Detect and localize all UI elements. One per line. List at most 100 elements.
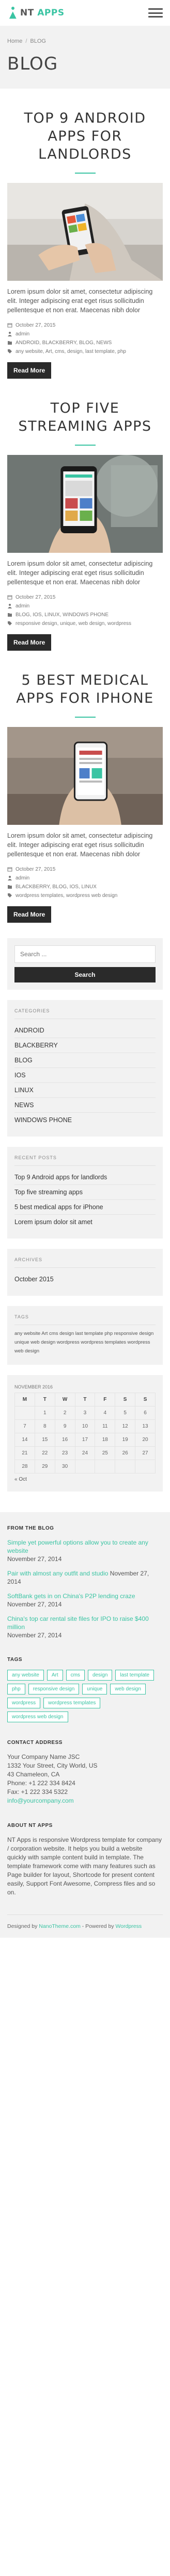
list-item: WINDOWS PHONE (14, 1113, 156, 1127)
post-author[interactable]: admin (16, 874, 29, 883)
footer-blog-link[interactable]: SoftBank gets in on China's P2P lending … (7, 1592, 135, 1600)
tag-pill[interactable]: wordpress web design (7, 1711, 68, 1722)
calendar-day: 6 (135, 1406, 156, 1420)
calendar-day: 24 (74, 1446, 96, 1460)
post-meta: October 27, 2015 admin BLACKBERRY, BLOG,… (7, 865, 163, 900)
tag-pill[interactable]: Art (47, 1670, 63, 1681)
footer-blog-item: Pair with almost any outfit and studio N… (7, 1569, 163, 1586)
post-categories[interactable]: ANDROID, BLACKBERRY, BLOG, NEWS (16, 338, 112, 347)
footer-section-title: TAGS (7, 1657, 23, 1663)
calendar-day: 10 (74, 1419, 96, 1433)
site-header: ▲ NT APPS (0, 0, 170, 26)
recent-post-link[interactable]: Lorem ipsum dolor sit amet (14, 1218, 92, 1226)
category-link[interactable]: LINUX (14, 1087, 34, 1094)
wordpress-link[interactable]: Wordpress (116, 1923, 142, 1929)
post-title[interactable]: 5 BEST MEDICAL APPS FOR IPHONE (16, 672, 153, 706)
category-link[interactable]: IOS (14, 1072, 26, 1079)
post-image-phone-medical[interactable] (7, 727, 163, 825)
breadcrumb: Home / BLOG (7, 38, 163, 44)
calendar-day: 4 (95, 1406, 116, 1420)
tag-icon (8, 621, 12, 625)
calendar-day: 9 (54, 1419, 75, 1433)
post-tags[interactable]: responsive design, unique, web design, w… (16, 619, 131, 628)
post-title[interactable]: TOP 9 ANDROID APPS FOR LANDLORDS (24, 110, 146, 162)
search-button[interactable]: Search (14, 967, 156, 982)
post-author[interactable]: admin (16, 330, 29, 338)
footer-blog-link[interactable]: Pair with almost any outfit and studio (7, 1570, 108, 1577)
tag-pill[interactable]: last template (115, 1670, 154, 1681)
categories-widget: CATEGORIES ANDROID BLACKBERRY BLOG IOS L… (7, 1000, 163, 1137)
category-link[interactable]: NEWS (14, 1101, 34, 1109)
post-image-phone-couch[interactable] (7, 183, 163, 281)
archives-widget: ARCHIVES October 2015 (7, 1249, 163, 1296)
post-author[interactable]: admin (16, 602, 29, 611)
post-tags[interactable]: wordpress templates, wordpress web desig… (16, 891, 117, 900)
menu-toggle-icon[interactable] (148, 7, 163, 19)
calendar-day: 20 (135, 1433, 156, 1447)
post-card: 5 BEST MEDICAL APPS FOR IPHONE Lorem ips… (7, 651, 163, 923)
list-item: Top 9 Android apps for landlords (14, 1170, 156, 1185)
search-widget: Search (7, 938, 163, 990)
post-categories[interactable]: BLACKBERRY, BLOG, IOS, LINUX (16, 883, 97, 891)
calendar-day: 23 (54, 1446, 75, 1460)
logo-text-prefix: NT (20, 8, 34, 18)
post-categories[interactable]: BLOG, IOS, LINUX, WINDOWS PHONE (16, 611, 109, 619)
read-more-button[interactable]: Read More (7, 362, 52, 379)
calendar-day: 28 (14, 1460, 35, 1473)
breadcrumb-home[interactable]: Home (7, 38, 22, 44)
footer-blog-link[interactable]: China's top car rental site files for IP… (7, 1615, 149, 1631)
calendar-week: 7 8 9 10 11 12 13 (14, 1419, 156, 1433)
footer-blog-item: China's top car rental site files for IP… (7, 1615, 163, 1639)
tag-pill[interactable]: cms (66, 1670, 85, 1681)
post-title[interactable]: TOP FIVE STREAMING APPS (18, 400, 151, 434)
tag-pill[interactable]: wordpress templates (43, 1698, 101, 1708)
post-image-phone-streaming[interactable] (7, 455, 163, 553)
archive-link[interactable]: October 2015 (14, 1276, 54, 1283)
category-link[interactable]: ANDROID (14, 1027, 44, 1034)
search-input[interactable] (14, 945, 156, 963)
tag-cloud-text[interactable]: any website Art cms design last template… (14, 1329, 156, 1355)
tag-pill[interactable]: responsive design (28, 1684, 80, 1694)
category-link[interactable]: BLACKBERRY (14, 1042, 58, 1049)
read-more-button[interactable]: Read More (7, 906, 52, 923)
calendar-day: 14 (14, 1433, 35, 1447)
site-logo[interactable]: ▲ NT APPS (7, 6, 65, 20)
calendar-day: 15 (34, 1433, 55, 1447)
page-title: BLOG (7, 54, 58, 74)
recent-post-link[interactable]: Top 9 Android apps for landlords (14, 1174, 107, 1181)
tag-pill[interactable]: web design (110, 1684, 146, 1694)
post-card: TOP FIVE STREAMING APPS Lorem ipsum dolo… (7, 379, 163, 651)
footer-blog-link[interactable]: Simple yet powerful options allow you to… (7, 1539, 148, 1554)
calendar-day: 12 (115, 1419, 136, 1433)
tag-pill[interactable]: wordpress (7, 1698, 41, 1708)
calendar-day (14, 1406, 35, 1420)
tag-pill[interactable]: design (87, 1670, 113, 1681)
site-footer: FROM THE BLOG Simple yet powerful option… (0, 1512, 170, 1938)
recent-post-link[interactable]: Top five streaming apps (14, 1189, 83, 1196)
breadcrumb-separator: / (25, 38, 27, 44)
post-tags[interactable]: any website, Art, cms, design, last temp… (16, 347, 126, 356)
footer-blog-item: SoftBank gets in on China's P2P lending … (7, 1592, 163, 1608)
category-link[interactable]: BLOG (14, 1057, 33, 1064)
calendar-prev-link[interactable]: « Oct (14, 1477, 27, 1482)
post-excerpt: Lorem ipsum dolor sit amet, consectetur … (7, 560, 153, 586)
title-divider (74, 173, 96, 174)
weekday-header: S (115, 1393, 136, 1406)
logo-text-suffix: APPS (37, 8, 65, 18)
calendar-week: 123456 (14, 1406, 156, 1420)
calendar-day: 3 (74, 1406, 96, 1420)
designer-link[interactable]: NanoTheme.com (39, 1923, 81, 1929)
list-item: Lorem ipsum dolor sit amet (14, 1215, 156, 1229)
post-card: TOP 9 ANDROID APPS FOR LANDLORDS Lorem i… (7, 89, 163, 379)
calendar-day: 18 (95, 1433, 116, 1447)
breadcrumb-current: BLOG (30, 38, 46, 44)
read-more-button[interactable]: Read More (7, 634, 52, 651)
tag-pill[interactable]: any website (7, 1670, 44, 1681)
tag-pill[interactable]: php (7, 1684, 25, 1694)
calendar-day: 26 (115, 1446, 136, 1460)
category-link[interactable]: WINDOWS PHONE (14, 1116, 72, 1124)
post-list: TOP 9 ANDROID APPS FOR LANDLORDS Lorem i… (0, 89, 170, 923)
tag-pill[interactable]: unique (82, 1684, 107, 1694)
contact-email-link[interactable]: info@yourcompany.com (7, 1797, 74, 1804)
recent-post-link[interactable]: 5 best medical apps for iPhone (14, 1204, 103, 1211)
